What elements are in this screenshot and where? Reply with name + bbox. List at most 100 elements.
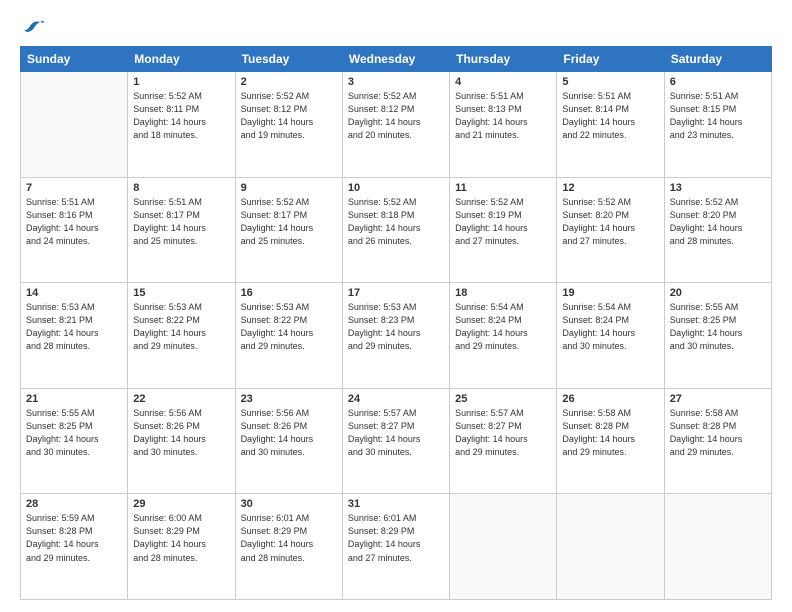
calendar-cell: 19 Sunrise: 5:54 AM Sunset: 8:24 PM Dayli… — [557, 283, 664, 389]
day-number: 27 — [670, 393, 766, 405]
calendar-cell: 29 Sunrise: 6:00 AM Sunset: 8:29 PM Dayli… — [128, 494, 235, 600]
calendar-cell: 30 Sunrise: 6:01 AM Sunset: 8:29 PM Dayli… — [235, 494, 342, 600]
day-number: 20 — [670, 287, 766, 299]
day-info: Sunrise: 5:52 AM Sunset: 8:12 PM Dayligh… — [241, 90, 337, 142]
day-info: Sunrise: 5:52 AM Sunset: 8:20 PM Dayligh… — [562, 196, 658, 248]
header — [20, 18, 772, 36]
day-number: 2 — [241, 76, 337, 88]
day-info: Sunrise: 5:51 AM Sunset: 8:17 PM Dayligh… — [133, 196, 229, 248]
calendar-cell: 22 Sunrise: 5:56 AM Sunset: 8:26 PM Dayli… — [128, 388, 235, 494]
day-number: 16 — [241, 287, 337, 299]
day-info: Sunrise: 5:57 AM Sunset: 8:27 PM Dayligh… — [348, 407, 444, 459]
calendar-cell: 1Sunrise: 5:52 AM Sunset: 8:11 PM Daylig… — [128, 72, 235, 178]
calendar-cell: 31 Sunrise: 6:01 AM Sunset: 8:29 PM Dayli… — [342, 494, 449, 600]
day-number: 8 — [133, 182, 229, 194]
day-info: Sunrise: 5:52 AM Sunset: 8:20 PM Dayligh… — [670, 196, 766, 248]
calendar-cell: 5 Sunrise: 5:51 AM Sunset: 8:14 PM Daylig… — [557, 72, 664, 178]
day-info: Sunrise: 5:54 AM Sunset: 8:24 PM Dayligh… — [562, 301, 658, 353]
calendar-cell: 4Sunrise: 5:51 AM Sunset: 8:13 PM Daylig… — [450, 72, 557, 178]
page: SundayMondayTuesdayWednesdayThursdayFrid… — [0, 0, 792, 612]
day-number: 25 — [455, 393, 551, 405]
calendar-header-friday: Friday — [557, 47, 664, 72]
calendar-cell: 13 Sunrise: 5:52 AM Sunset: 8:20 PM Dayli… — [664, 177, 771, 283]
day-number: 5 — [562, 76, 658, 88]
day-info: Sunrise: 5:53 AM Sunset: 8:22 PM Dayligh… — [241, 301, 337, 353]
calendar-cell: 15Sunrise: 5:53 AM Sunset: 8:22 PM Dayli… — [128, 283, 235, 389]
calendar-header-sunday: Sunday — [21, 47, 128, 72]
calendar-cell: 2 Sunrise: 5:52 AM Sunset: 8:12 PM Daylig… — [235, 72, 342, 178]
calendar-week-row: 14 Sunrise: 5:53 AM Sunset: 8:21 PM Dayli… — [21, 283, 772, 389]
calendar-cell: 7Sunrise: 5:51 AM Sunset: 8:16 PM Daylig… — [21, 177, 128, 283]
day-number: 26 — [562, 393, 658, 405]
day-number: 13 — [670, 182, 766, 194]
calendar-cell: 23 Sunrise: 5:56 AM Sunset: 8:26 PM Dayli… — [235, 388, 342, 494]
calendar-cell: 3Sunrise: 5:52 AM Sunset: 8:12 PM Daylig… — [342, 72, 449, 178]
calendar-cell: 8 Sunrise: 5:51 AM Sunset: 8:17 PM Daylig… — [128, 177, 235, 283]
day-number: 21 — [26, 393, 122, 405]
day-info: Sunrise: 5:52 AM Sunset: 8:17 PM Dayligh… — [241, 196, 337, 248]
day-info: Sunrise: 5:55 AM Sunset: 8:25 PM Dayligh… — [670, 301, 766, 353]
day-number: 24 — [348, 393, 444, 405]
day-info: Sunrise: 5:56 AM Sunset: 8:26 PM Dayligh… — [241, 407, 337, 459]
calendar-cell: 28 Sunrise: 5:59 AM Sunset: 8:28 PM Dayli… — [21, 494, 128, 600]
calendar-header-wednesday: Wednesday — [342, 47, 449, 72]
calendar-week-row: 1Sunrise: 5:52 AM Sunset: 8:11 PM Daylig… — [21, 72, 772, 178]
day-number: 11 — [455, 182, 551, 194]
day-number: 19 — [562, 287, 658, 299]
calendar-cell — [557, 494, 664, 600]
calendar-cell: 25 Sunrise: 5:57 AM Sunset: 8:27 PM Dayli… — [450, 388, 557, 494]
day-info: Sunrise: 5:52 AM Sunset: 8:12 PM Dayligh… — [348, 90, 444, 142]
day-info: Sunrise: 5:59 AM Sunset: 8:28 PM Dayligh… — [26, 512, 122, 564]
calendar-table: SundayMondayTuesdayWednesdayThursdayFrid… — [20, 46, 772, 600]
day-info: Sunrise: 6:00 AM Sunset: 8:29 PM Dayligh… — [133, 512, 229, 564]
day-info: Sunrise: 5:51 AM Sunset: 8:13 PM Dayligh… — [455, 90, 551, 142]
calendar-cell: 9 Sunrise: 5:52 AM Sunset: 8:17 PM Daylig… — [235, 177, 342, 283]
calendar-cell: 16 Sunrise: 5:53 AM Sunset: 8:22 PM Dayli… — [235, 283, 342, 389]
day-info: Sunrise: 5:55 AM Sunset: 8:25 PM Dayligh… — [26, 407, 122, 459]
day-number: 22 — [133, 393, 229, 405]
day-info: Sunrise: 5:51 AM Sunset: 8:15 PM Dayligh… — [670, 90, 766, 142]
calendar-cell: 10Sunrise: 5:52 AM Sunset: 8:18 PM Dayli… — [342, 177, 449, 283]
day-number: 15 — [133, 287, 229, 299]
calendar-header-thursday: Thursday — [450, 47, 557, 72]
day-number: 30 — [241, 498, 337, 510]
day-info: Sunrise: 6:01 AM Sunset: 8:29 PM Dayligh… — [241, 512, 337, 564]
day-info: Sunrise: 5:52 AM Sunset: 8:11 PM Dayligh… — [133, 90, 229, 142]
calendar-cell: 27 Sunrise: 5:58 AM Sunset: 8:28 PM Dayli… — [664, 388, 771, 494]
calendar-cell: 21 Sunrise: 5:55 AM Sunset: 8:25 PM Dayli… — [21, 388, 128, 494]
calendar-cell: 12Sunrise: 5:52 AM Sunset: 8:20 PM Dayli… — [557, 177, 664, 283]
logo-bird-icon — [22, 18, 44, 36]
day-info: Sunrise: 5:51 AM Sunset: 8:14 PM Dayligh… — [562, 90, 658, 142]
day-number: 23 — [241, 393, 337, 405]
logo — [20, 18, 44, 36]
day-info: Sunrise: 6:01 AM Sunset: 8:29 PM Dayligh… — [348, 512, 444, 564]
calendar-cell — [450, 494, 557, 600]
calendar-cell: 26 Sunrise: 5:58 AM Sunset: 8:28 PM Dayli… — [557, 388, 664, 494]
calendar-header-row: SundayMondayTuesdayWednesdayThursdayFrid… — [21, 47, 772, 72]
calendar-header-saturday: Saturday — [664, 47, 771, 72]
day-number: 31 — [348, 498, 444, 510]
day-number: 6 — [670, 76, 766, 88]
calendar-header-monday: Monday — [128, 47, 235, 72]
calendar-cell — [664, 494, 771, 600]
calendar-cell: 17Sunrise: 5:53 AM Sunset: 8:23 PM Dayli… — [342, 283, 449, 389]
day-number: 28 — [26, 498, 122, 510]
day-number: 14 — [26, 287, 122, 299]
calendar-week-row: 7Sunrise: 5:51 AM Sunset: 8:16 PM Daylig… — [21, 177, 772, 283]
calendar-cell: 24 Sunrise: 5:57 AM Sunset: 8:27 PM Dayli… — [342, 388, 449, 494]
day-info: Sunrise: 5:58 AM Sunset: 8:28 PM Dayligh… — [562, 407, 658, 459]
day-number: 10 — [348, 182, 444, 194]
day-info: Sunrise: 5:57 AM Sunset: 8:27 PM Dayligh… — [455, 407, 551, 459]
day-info: Sunrise: 5:54 AM Sunset: 8:24 PM Dayligh… — [455, 301, 551, 353]
calendar-week-row: 28 Sunrise: 5:59 AM Sunset: 8:28 PM Dayli… — [21, 494, 772, 600]
day-number: 17 — [348, 287, 444, 299]
calendar-week-row: 21 Sunrise: 5:55 AM Sunset: 8:25 PM Dayli… — [21, 388, 772, 494]
day-number: 18 — [455, 287, 551, 299]
day-info: Sunrise: 5:58 AM Sunset: 8:28 PM Dayligh… — [670, 407, 766, 459]
day-info: Sunrise: 5:53 AM Sunset: 8:21 PM Dayligh… — [26, 301, 122, 353]
day-info: Sunrise: 5:56 AM Sunset: 8:26 PM Dayligh… — [133, 407, 229, 459]
day-number: 29 — [133, 498, 229, 510]
calendar-cell: 20 Sunrise: 5:55 AM Sunset: 8:25 PM Dayli… — [664, 283, 771, 389]
day-number: 9 — [241, 182, 337, 194]
calendar-cell — [21, 72, 128, 178]
